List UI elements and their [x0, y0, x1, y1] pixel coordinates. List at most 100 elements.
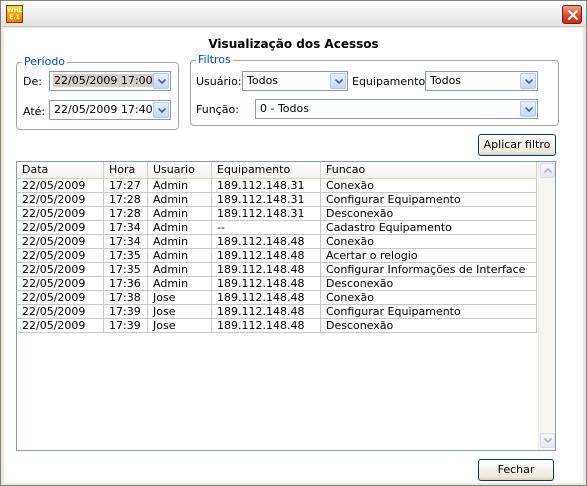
- cell-funcao: Conexão: [321, 291, 537, 305]
- vertical-scrollbar[interactable]: [538, 162, 555, 450]
- cell-usuario: Admin: [148, 207, 212, 221]
- cell-equipamento: 189.112.148.31: [212, 193, 321, 207]
- cell-usuario: Admin: [148, 277, 212, 291]
- cell-equipamento: 189.112.148.48: [212, 263, 321, 277]
- cell-funcao: Configurar Equipamento: [321, 305, 537, 319]
- column-header-funcao[interactable]: Funcao: [321, 162, 537, 179]
- chevron-down-icon: [158, 108, 166, 113]
- app-logo-icon: WHL E.1: [6, 5, 23, 23]
- close-button[interactable]: [562, 5, 582, 24]
- cell-hora: 17:35: [104, 263, 148, 277]
- de-datetime-picker[interactable]: 22/05/2009 17:00: [49, 71, 171, 91]
- cell-equipamento: 189.112.148.48: [212, 305, 321, 319]
- cell-data: 22/05/2009: [17, 305, 104, 319]
- fechar-button[interactable]: Fechar: [478, 459, 554, 481]
- cell-usuario: Admin: [148, 221, 212, 235]
- access-log-table[interactable]: Data Hora Usuario Equipamento Funcao 22/…: [16, 161, 556, 451]
- funcao-label: Função:: [196, 103, 239, 116]
- dialog-window: WHL E.1 Visualização dos Acessos Período…: [0, 0, 587, 486]
- equipamento-dropdown-button[interactable]: [520, 73, 536, 89]
- cell-hora: 17:34: [104, 221, 148, 235]
- table-row[interactable]: 22/05/2009 17:39 Jose 189.112.148.48 Configu…: [17, 305, 537, 319]
- equipamento-select[interactable]: Todos: [425, 71, 538, 91]
- de-label: De:: [23, 75, 42, 88]
- cell-equipamento: 189.112.148.48: [212, 319, 321, 333]
- filtros-group: Filtros Usuário: Todos Equipamento: Todo…: [190, 53, 559, 126]
- cell-funcao: Acertar o relogio: [321, 249, 537, 263]
- column-header-hora[interactable]: Hora: [104, 162, 148, 179]
- cell-data: 22/05/2009: [17, 193, 104, 207]
- scroll-down-button[interactable]: [540, 433, 555, 448]
- chevron-down-icon: [525, 107, 533, 112]
- cell-funcao: Desconexão: [321, 277, 537, 291]
- table-row[interactable]: 22/05/2009 17:27 Admin 189.112.148.31 Conexã…: [17, 179, 537, 193]
- table-row[interactable]: 22/05/2009 17:35 Admin 189.112.148.48 Acerta…: [17, 249, 537, 263]
- cell-hora: 17:35: [104, 249, 148, 263]
- column-header-equipamento[interactable]: Equipamento: [212, 162, 321, 179]
- page-title: Visualização dos Acessos: [208, 37, 379, 51]
- cell-data: 22/05/2009: [17, 319, 104, 333]
- aplicar-filtro-button[interactable]: Aplicar filtro: [478, 134, 556, 156]
- table-row[interactable]: 22/05/2009 17:28 Admin 189.112.148.31 Descon…: [17, 207, 537, 221]
- de-dropdown-button[interactable]: [153, 73, 169, 89]
- chevron-up-icon: [544, 168, 552, 173]
- cell-funcao: Conexão: [321, 179, 537, 193]
- column-header-usuario[interactable]: Usuario: [148, 162, 212, 179]
- scroll-up-button[interactable]: [540, 163, 555, 178]
- cell-hora: 17:39: [104, 319, 148, 333]
- cell-data: 22/05/2009: [17, 263, 104, 277]
- title-bar[interactable]: WHL E.1: [1, 1, 586, 27]
- ate-datetime-picker[interactable]: 22/05/2009 17:40: [49, 100, 171, 120]
- cell-data: 22/05/2009: [17, 179, 104, 193]
- cell-usuario: Jose: [148, 291, 212, 305]
- cell-data: 22/05/2009: [17, 235, 104, 249]
- cell-usuario: Admin: [148, 179, 212, 193]
- table-row[interactable]: 22/05/2009 17:39 Jose 189.112.148.48 Descone…: [17, 319, 537, 333]
- table-row[interactable]: 22/05/2009 17:34 Admin -- Cadastro Equipamen…: [17, 221, 537, 235]
- ate-label: Até:: [23, 105, 46, 118]
- table-row[interactable]: 22/05/2009 17:34 Admin 189.112.148.48 Conexã…: [17, 235, 537, 249]
- usuario-select[interactable]: Todos: [242, 71, 348, 91]
- cell-funcao: Configurar Equipamento: [321, 193, 537, 207]
- cell-data: 22/05/2009: [17, 277, 104, 291]
- cell-hora: 17:28: [104, 193, 148, 207]
- cell-usuario: Admin: [148, 263, 212, 277]
- ate-dropdown-button[interactable]: [153, 102, 169, 118]
- table-body: 22/05/2009 17:27 Admin 189.112.148.31 Conexã…: [17, 179, 537, 333]
- usuario-label: Usuário:: [196, 75, 242, 88]
- close-icon: [568, 10, 578, 20]
- funcao-select-value: 0 - Todos: [260, 102, 309, 115]
- column-header-data[interactable]: Data: [17, 162, 104, 179]
- cell-hora: 17:38: [104, 291, 148, 305]
- cell-data: 22/05/2009: [17, 221, 104, 235]
- cell-equipamento: 189.112.148.48: [212, 277, 321, 291]
- ate-datetime-value[interactable]: 22/05/2009 17:40: [53, 103, 154, 116]
- app-logo-line-1: WHL: [7, 7, 23, 14]
- chevron-down-icon: [544, 438, 552, 443]
- table-row[interactable]: 22/05/2009 17:36 Admin 189.112.148.48 Descon…: [17, 277, 537, 291]
- chevron-down-icon: [158, 79, 166, 84]
- cell-usuario: Admin: [148, 193, 212, 207]
- funcao-dropdown-button[interactable]: [520, 101, 536, 117]
- usuario-select-value: Todos: [247, 74, 279, 87]
- usuario-dropdown-button[interactable]: [330, 73, 346, 89]
- periodo-group: Período De: 22/05/2009 17:00 Até: 22/05/…: [16, 55, 179, 130]
- app-logo-line-2: E.1: [9, 14, 20, 21]
- cell-equipamento: 189.112.148.31: [212, 179, 321, 193]
- table-row[interactable]: 22/05/2009 17:38 Jose 189.112.148.48 Conexão: [17, 291, 537, 305]
- chevron-down-icon: [525, 79, 533, 84]
- cell-equipamento: 189.112.148.48: [212, 249, 321, 263]
- table-row[interactable]: 22/05/2009 17:28 Admin 189.112.148.31 Config…: [17, 193, 537, 207]
- cell-equipamento: 189.112.148.48: [212, 235, 321, 249]
- cell-funcao: Desconexão: [321, 207, 537, 221]
- table-row[interactable]: 22/05/2009 17:35 Admin 189.112.148.48 Config…: [17, 263, 537, 277]
- cell-usuario: Admin: [148, 235, 212, 249]
- filtros-legend: Filtros: [196, 53, 233, 66]
- funcao-select[interactable]: 0 - Todos: [255, 99, 538, 119]
- cell-hora: 17:39: [104, 305, 148, 319]
- chevron-down-icon: [335, 79, 343, 84]
- cell-usuario: Jose: [148, 319, 212, 333]
- cell-hora: 17:28: [104, 207, 148, 221]
- cell-hora: 17:36: [104, 277, 148, 291]
- de-datetime-value[interactable]: 22/05/2009 17:00: [53, 74, 154, 87]
